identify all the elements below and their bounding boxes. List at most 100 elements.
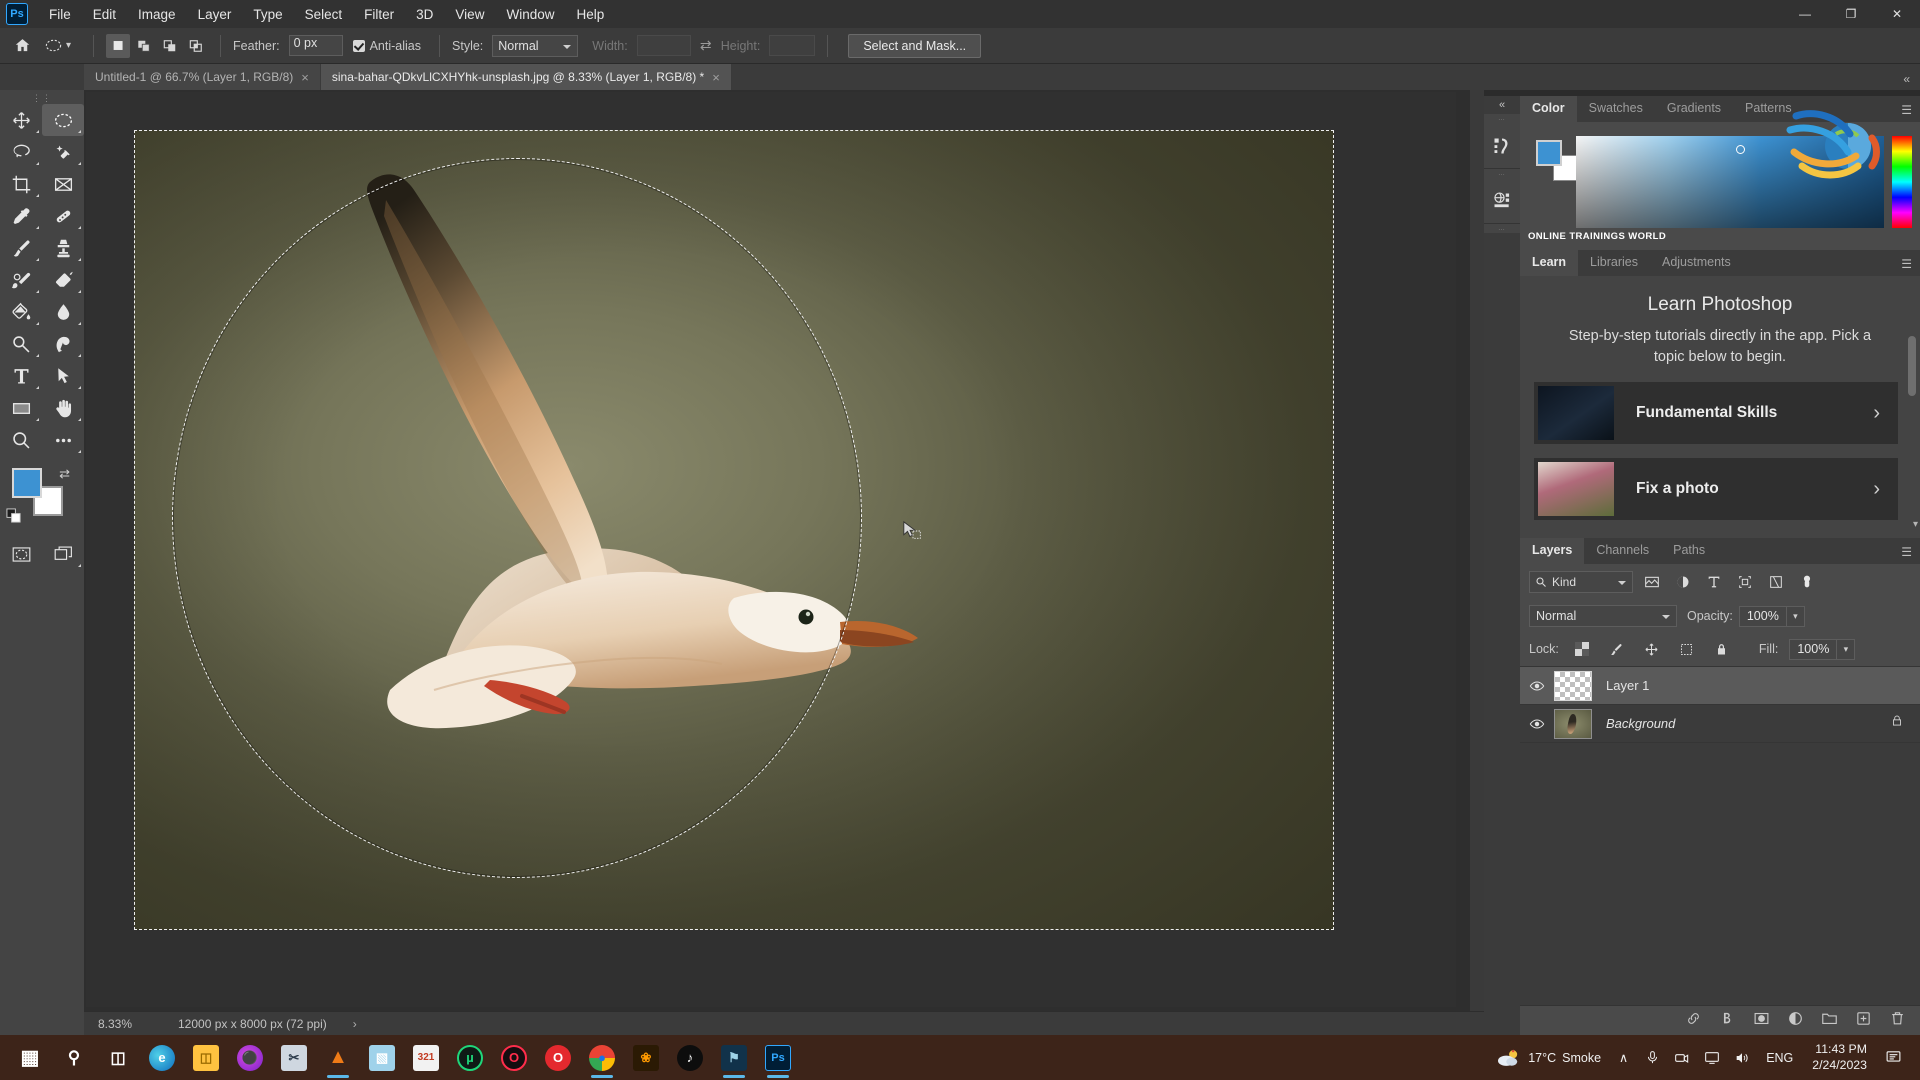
rectangle-tool[interactable] xyxy=(0,392,42,424)
color-panel-foreground-swatch[interactable] xyxy=(1536,140,1562,166)
tab-adjustments[interactable]: Adjustments xyxy=(1649,250,1743,276)
type-tool[interactable] xyxy=(0,360,42,392)
lock-all-icon[interactable] xyxy=(1710,638,1734,660)
camera-icon[interactable] xyxy=(1667,1035,1697,1080)
start-button[interactable]: ▦ xyxy=(8,1035,52,1080)
learn-panel-scrollbar[interactable] xyxy=(1908,336,1918,456)
lasso-tool[interactable] xyxy=(0,136,42,168)
tab-gradients[interactable]: Gradients xyxy=(1654,96,1734,122)
layer-thumbnail[interactable] xyxy=(1554,708,1592,739)
menu-image[interactable]: Image xyxy=(127,3,187,26)
utorrent-icon[interactable]: µ xyxy=(448,1035,492,1080)
file-explorer-icon[interactable]: ◫ xyxy=(184,1035,228,1080)
swap-width-height-icon[interactable]: ⇄ xyxy=(695,37,717,54)
pixel-layers-filter-icon[interactable] xyxy=(1640,571,1664,593)
display-icon[interactable] xyxy=(1697,1035,1727,1080)
layer-thumbnail[interactable] xyxy=(1554,670,1592,701)
frame-tool[interactable] xyxy=(42,168,84,200)
tab-channels[interactable]: Channels xyxy=(1584,538,1662,564)
delete-layer-icon[interactable] xyxy=(1889,1010,1906,1032)
panel-menu-icon[interactable]: ☰ xyxy=(1901,257,1912,271)
microsoft-store-icon[interactable]: ▧ xyxy=(360,1035,404,1080)
chevron-right-icon[interactable]: › xyxy=(1873,402,1880,425)
menu-view[interactable]: View xyxy=(444,3,495,26)
new-selection-button[interactable] xyxy=(106,33,131,58)
adobe-premiere-icon[interactable]: ⚑ xyxy=(712,1035,756,1080)
height-input[interactable] xyxy=(769,35,816,56)
google-chrome-icon[interactable]: ● xyxy=(580,1035,624,1080)
hue-strip[interactable] xyxy=(1892,136,1912,228)
notifications-icon[interactable] xyxy=(1877,1035,1910,1080)
learn-card-fundamental-skills[interactable]: Fundamental Skills › xyxy=(1534,382,1898,445)
new-group-icon[interactable] xyxy=(1821,1010,1838,1032)
pen-tool[interactable] xyxy=(42,328,84,360)
gradient-tool[interactable] xyxy=(0,296,42,328)
feather-input[interactable]: 0 px xyxy=(288,35,343,56)
adjustment-layers-filter-icon[interactable] xyxy=(1671,571,1695,593)
eraser-tool[interactable] xyxy=(42,264,84,296)
width-input[interactable] xyxy=(636,35,691,56)
blur-tool[interactable] xyxy=(42,296,84,328)
default-colors-icon[interactable] xyxy=(6,508,21,528)
microsoft-edge-icon[interactable]: e xyxy=(140,1035,184,1080)
tab-patterns[interactable]: Patterns xyxy=(1733,96,1804,122)
dodge-tool[interactable] xyxy=(0,328,42,360)
style-dropdown[interactable]: Normal xyxy=(492,34,579,57)
toolbar-grip[interactable]: ⋮⋮ xyxy=(0,92,84,104)
tab-swatches[interactable]: Swatches xyxy=(1576,96,1655,122)
lock-transparent-pixels-icon[interactable] xyxy=(1570,638,1594,660)
snipping-tool-icon[interactable]: ✂ xyxy=(272,1035,316,1080)
menu-type[interactable]: Type xyxy=(242,3,293,26)
artboard[interactable] xyxy=(134,130,1334,930)
path-selection-tool[interactable] xyxy=(42,360,84,392)
menu-help[interactable]: Help xyxy=(565,3,615,26)
firefox-icon[interactable]: ⚫ xyxy=(228,1035,272,1080)
quick-mask-icon[interactable] xyxy=(0,538,42,570)
chevron-right-icon[interactable]: › xyxy=(1873,478,1880,501)
canvas-vertical-scrollbar[interactable] xyxy=(1470,90,1484,1021)
layer-mask-icon[interactable] xyxy=(1753,1010,1770,1032)
link-layers-icon[interactable] xyxy=(1685,1010,1702,1032)
menu-layer[interactable]: Layer xyxy=(187,3,243,26)
close-icon[interactable]: × xyxy=(712,70,720,85)
foreground-color-swatch[interactable] xyxy=(12,468,42,498)
language-indicator[interactable]: ENG xyxy=(1757,1035,1802,1080)
anti-alias-checkbox[interactable]: Anti-alias xyxy=(352,39,421,53)
opacity-stepper[interactable]: ▾ xyxy=(1786,605,1805,627)
screen-mode-icon[interactable] xyxy=(42,538,84,570)
microphone-icon[interactable] xyxy=(1638,1035,1667,1080)
edit-toolbar-tool[interactable] xyxy=(42,424,84,456)
adobe-illustrator-icon[interactable]: ❀ xyxy=(624,1035,668,1080)
tray-overflow-icon[interactable]: ∧ xyxy=(1609,1035,1638,1080)
3d-icon[interactable] xyxy=(1484,178,1520,224)
opera-gx-icon[interactable]: O xyxy=(492,1035,536,1080)
document-tab-unsplash[interactable]: sina-bahar-QDkvLlCXHYhk-unsplash.jpg @ 8… xyxy=(320,64,732,90)
vlc-media-player-icon[interactable]: ▲ xyxy=(316,1035,360,1080)
panel-menu-icon[interactable]: ☰ xyxy=(1901,545,1912,559)
menu-3d[interactable]: 3D xyxy=(405,3,444,26)
blend-mode-dropdown[interactable]: Normal xyxy=(1529,605,1677,627)
fill-stepper[interactable]: ▾ xyxy=(1837,638,1856,660)
layer-visibility-icon[interactable] xyxy=(1520,716,1554,732)
maximize-button[interactable]: ❐ xyxy=(1828,0,1874,28)
collapse-panels-icon[interactable]: « xyxy=(1903,72,1920,90)
fill-value[interactable]: 100% xyxy=(1789,638,1838,660)
new-adjustment-layer-icon[interactable] xyxy=(1787,1010,1804,1032)
calendar-icon[interactable]: 321 xyxy=(404,1035,448,1080)
learn-card-fix-a-photo[interactable]: Fix a photo › xyxy=(1534,458,1898,521)
document-tab-untitled[interactable]: Untitled-1 @ 66.7% (Layer 1, RGB/8) × xyxy=(84,64,321,90)
layer-row-background[interactable]: Background xyxy=(1520,705,1920,743)
close-button[interactable]: ✕ xyxy=(1874,0,1920,28)
minimize-button[interactable]: — xyxy=(1782,0,1828,28)
menu-edit[interactable]: Edit xyxy=(82,3,127,26)
canvas-area[interactable] xyxy=(84,90,1484,1035)
lock-icon[interactable] xyxy=(1890,714,1904,733)
healing-brush-tool[interactable] xyxy=(42,200,84,232)
status-expand-icon[interactable]: › xyxy=(327,1017,357,1031)
intersect-with-selection-button[interactable] xyxy=(184,34,208,58)
shape-layers-filter-icon[interactable] xyxy=(1733,571,1757,593)
layer-filter-kind-dropdown[interactable]: Kind xyxy=(1529,571,1633,593)
hand-tool[interactable] xyxy=(42,392,84,424)
close-icon[interactable]: × xyxy=(301,70,309,85)
brush-tool[interactable] xyxy=(0,232,42,264)
